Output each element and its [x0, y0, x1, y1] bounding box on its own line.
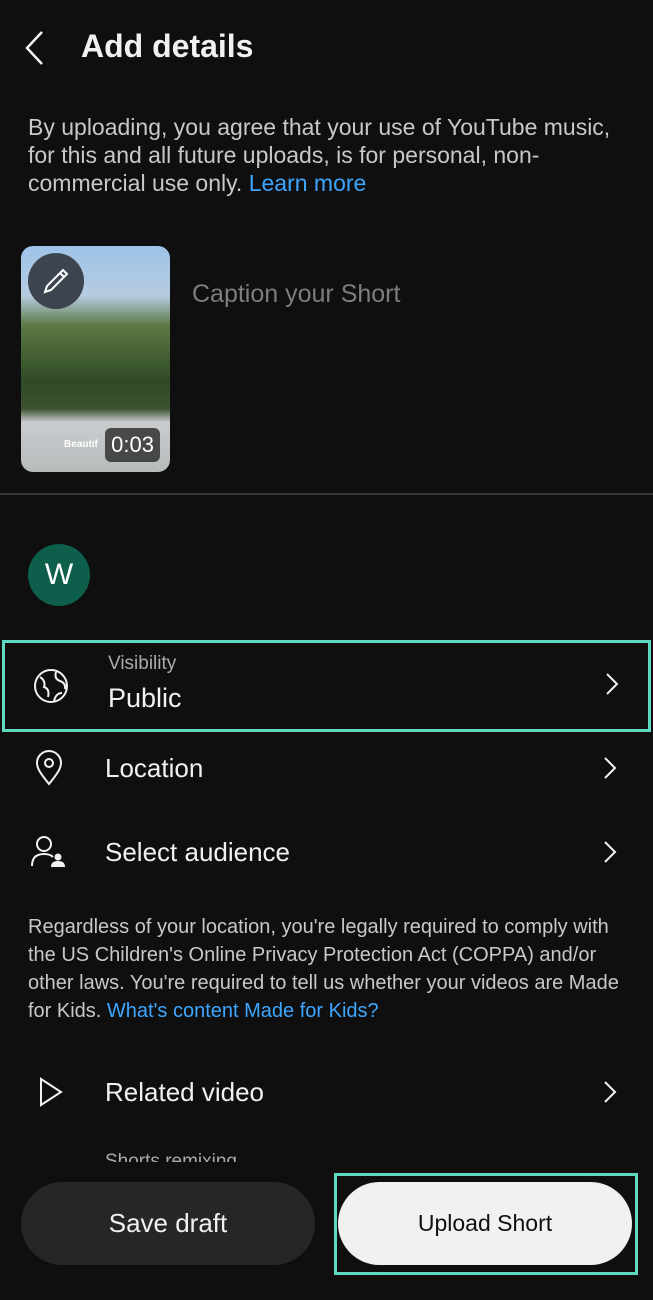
chevron-right-icon — [604, 1081, 617, 1103]
upload-short-button[interactable]: Upload Short — [338, 1182, 632, 1265]
page-title: Add details — [81, 28, 254, 64]
location-label: Location — [105, 752, 204, 783]
related-video-row[interactable]: Related video — [0, 1062, 653, 1122]
upload-notice: By uploading, you agree that your use of… — [28, 113, 628, 197]
coppa-notice: Regardless of your location, you're lega… — [28, 913, 628, 1025]
avatar[interactable]: W — [28, 544, 90, 606]
divider — [0, 493, 653, 495]
globe-icon — [34, 669, 68, 703]
location-pin-icon — [35, 750, 63, 786]
select-audience-row[interactable]: Select audience — [0, 822, 653, 882]
chevron-right-icon — [604, 757, 617, 779]
related-video-label: Related video — [105, 1076, 264, 1107]
visibility-value: Public — [108, 683, 182, 713]
learn-more-link[interactable]: Learn more — [249, 170, 367, 196]
edit-thumbnail-button[interactable] — [28, 253, 84, 309]
select-audience-label: Select audience — [105, 836, 291, 867]
person-icon — [31, 836, 65, 867]
chevron-right-icon — [604, 841, 617, 863]
chevron-right-icon — [606, 673, 619, 695]
visibility-row[interactable]: Visibility Public — [2, 640, 651, 732]
duration-badge: 0:03 — [105, 428, 160, 462]
play-icon — [40, 1077, 63, 1107]
overlay-text: Beautif — [64, 439, 98, 450]
pencil-icon — [43, 268, 69, 294]
made-for-kids-link[interactable]: What's content Made for Kids? — [107, 1000, 379, 1022]
back-chevron-icon[interactable] — [22, 28, 52, 68]
video-thumbnail[interactable]: Beautif 0:03 — [21, 246, 170, 472]
visibility-label: Visibility — [108, 653, 177, 674]
caption-input[interactable]: Caption your Short — [192, 280, 400, 309]
location-row[interactable]: Location — [0, 738, 653, 798]
save-draft-button[interactable]: Save draft — [21, 1182, 315, 1265]
shorts-remixing-label: Shorts remixing — [105, 1151, 237, 1162]
